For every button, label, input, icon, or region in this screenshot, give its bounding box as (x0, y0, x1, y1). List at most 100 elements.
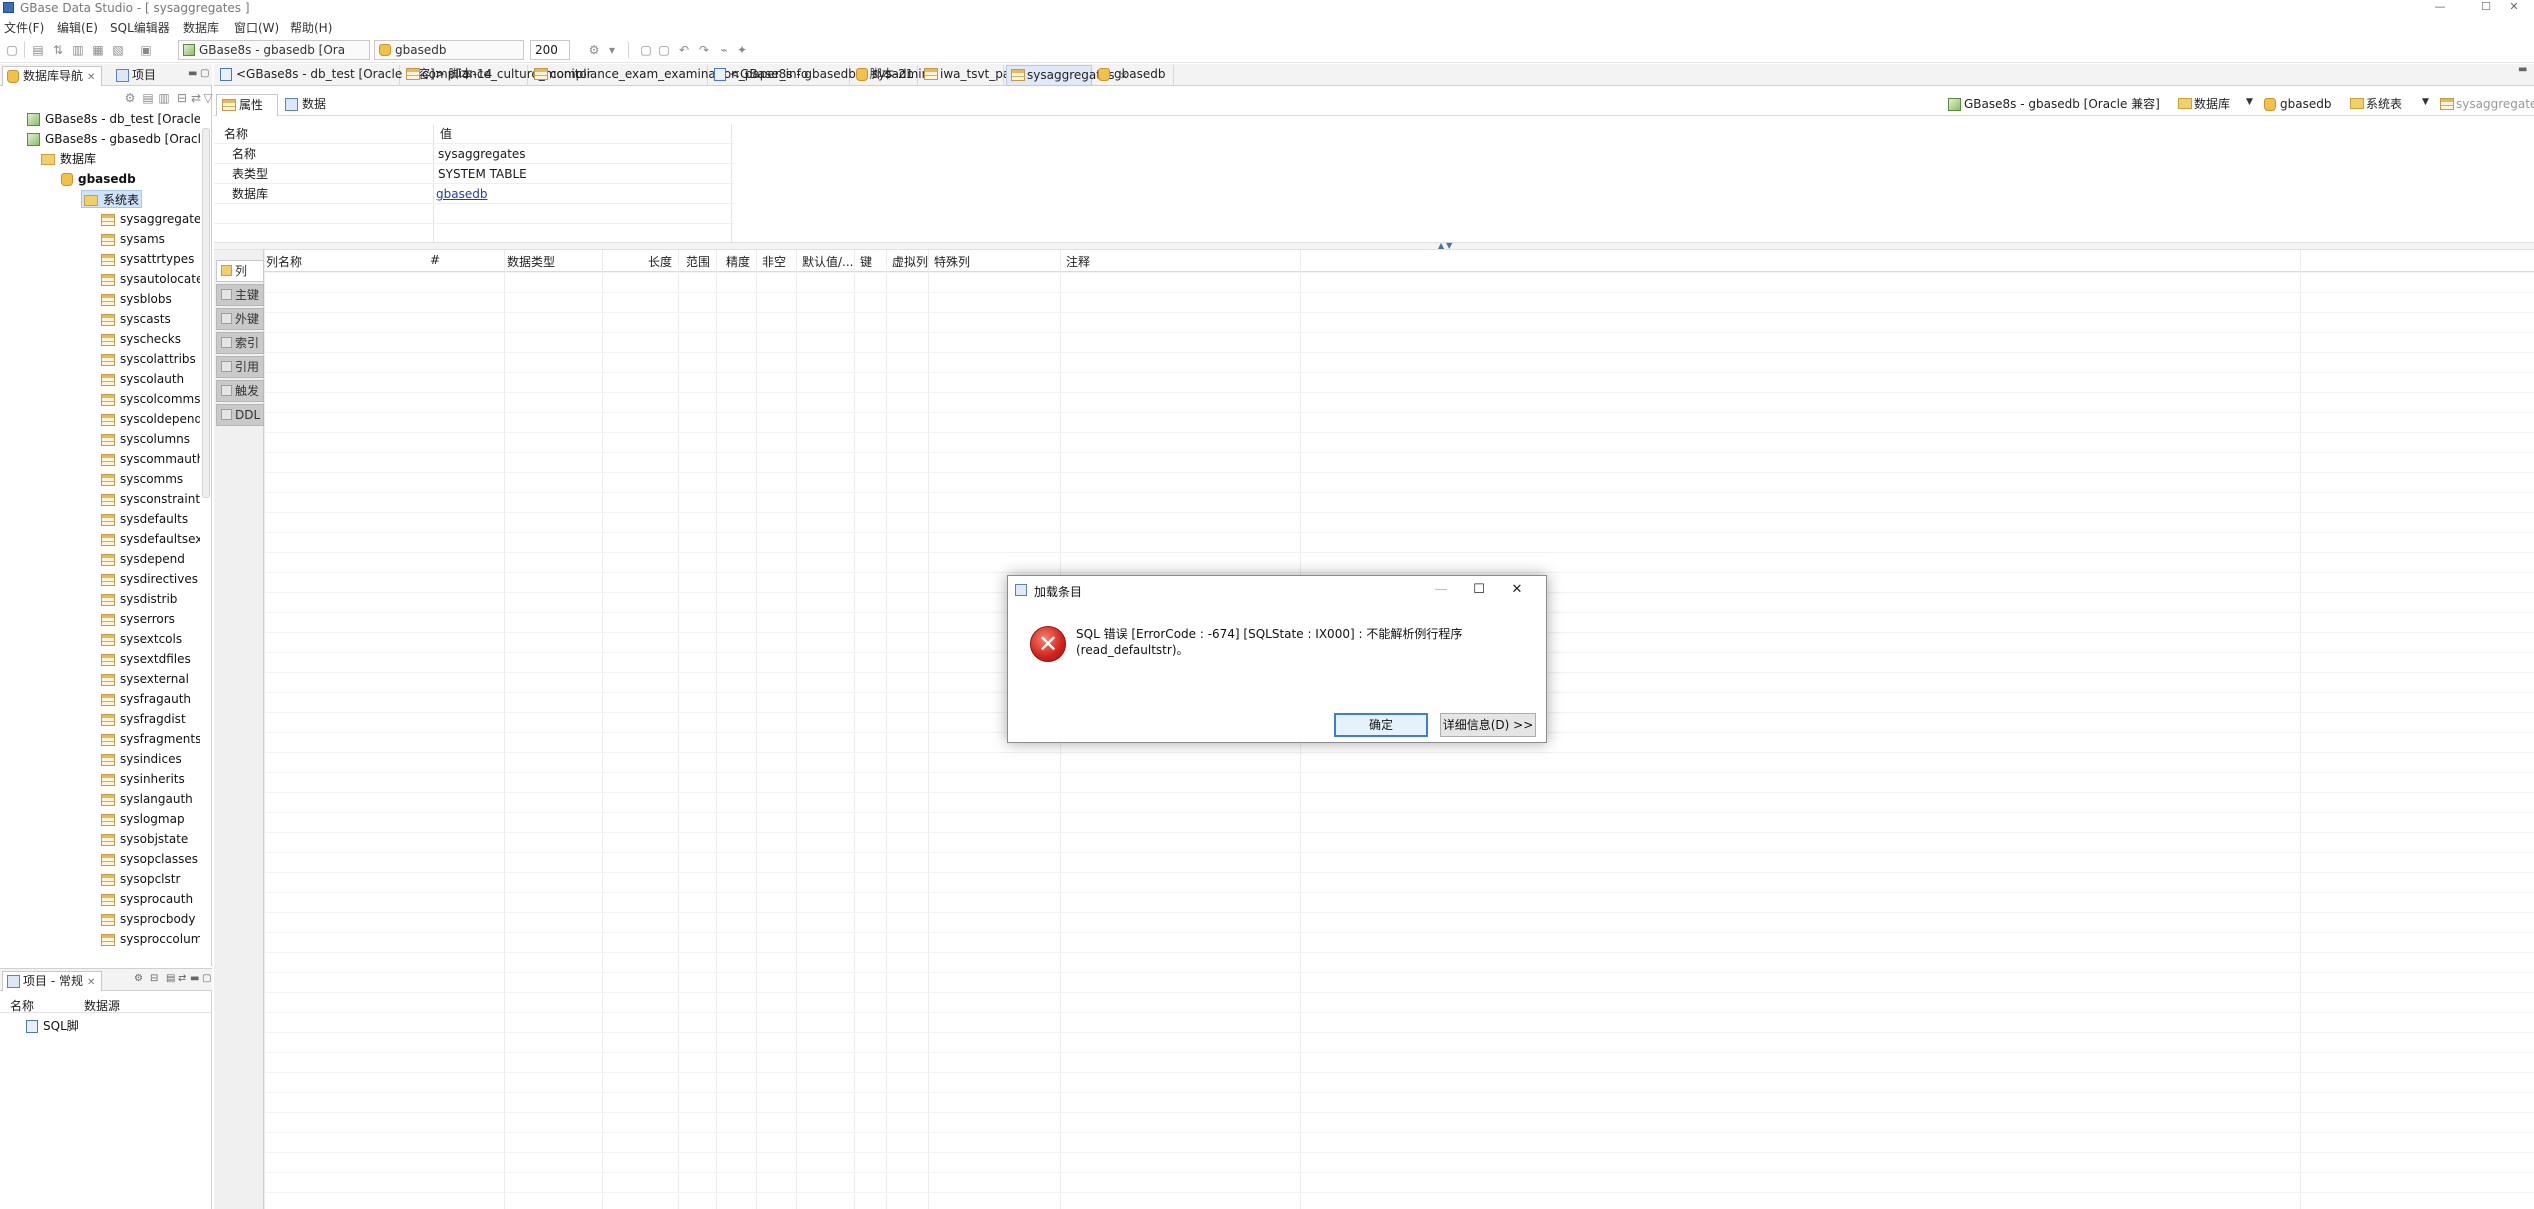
tree-item[interactable]: sysams (101, 230, 165, 248)
property-value[interactable]: sysaggregates (438, 144, 526, 164)
menu-window[interactable]: 窗口(W) (234, 19, 279, 36)
result-limit-input[interactable]: 200 (530, 40, 570, 60)
collapse-icon[interactable]: ⊟ (150, 973, 158, 984)
close-tab-icon[interactable]: ✕ (87, 977, 95, 988)
tree-item[interactable]: syscolcomms (101, 390, 200, 408)
tree-item[interactable]: sysfragdist (101, 710, 186, 728)
tree-item[interactable]: syscolattribs (101, 350, 196, 368)
tree-item[interactable]: sysprocauth (101, 890, 193, 908)
breadcrumb-table[interactable]: sysaggregates (2440, 96, 2534, 114)
tree-item[interactable]: syscomms (101, 470, 183, 488)
header-key[interactable]: 键 (860, 253, 872, 270)
column-name-header[interactable]: 名称 (10, 997, 34, 1014)
nav-connect-icon[interactable]: ⚙ (122, 90, 138, 106)
tree-item[interactable]: syscolauth (101, 370, 184, 388)
tree-item[interactable]: syscolumns (101, 430, 190, 448)
database-selector[interactable]: gbasedb (374, 40, 524, 60)
minimize-view-icon[interactable]: ▬ (188, 68, 197, 79)
sidetab-indexes[interactable]: 索引 (216, 332, 264, 354)
sql-editor-icon[interactable]: ▣ (138, 42, 154, 58)
tree-item[interactable]: sysdefaultsexpr (101, 530, 200, 548)
tree-item[interactable]: syslangauth (101, 790, 193, 808)
header-scale[interactable]: 范围 (686, 253, 710, 270)
tab-projects[interactable]: 项目 (112, 66, 162, 86)
splitter-arrows-icon[interactable]: ▲▼ (1438, 241, 1454, 250)
maximize-view-icon[interactable]: ▢ (202, 973, 211, 984)
dialog-maximize-button[interactable]: ☐ (1464, 580, 1494, 600)
editor-tab[interactable]: <GBase8s - db_test [Oracle 兼容]> 脚本-14 (216, 65, 492, 86)
header-comment[interactable]: 注释 (1066, 253, 1090, 270)
tree-item[interactable]: sysdepend (101, 550, 185, 568)
settings-icon[interactable]: ⚙ (134, 973, 143, 984)
forward-icon[interactable]: ↷ (696, 42, 712, 58)
tree-item[interactable]: syscoldepend (101, 410, 200, 428)
close-tab-icon[interactable]: ✕ (87, 72, 95, 83)
header-ordinal[interactable]: # (430, 253, 440, 267)
panel-splitter[interactable]: ▲▼ (214, 241, 2534, 250)
commit-icon[interactable]: ▥ (70, 42, 86, 58)
tab-project-general[interactable]: 项目 - 常规 ✕ (2, 971, 103, 991)
tree-item[interactable]: sysconstraints (101, 490, 200, 508)
breadcrumb-system-tables[interactable]: 系统表 (2350, 96, 2402, 114)
tree-item[interactable]: GBase8s - gbasedb [Oracle 兼容] (27, 130, 200, 148)
project-item-sql-scripts[interactable]: SQL脚 (26, 1017, 79, 1035)
tree-item[interactable]: sysobjstate (101, 830, 188, 848)
breadcrumb-database[interactable]: gbasedb (2264, 96, 2331, 114)
column-datasource-header[interactable]: 数据源 (84, 997, 120, 1014)
maximize-view-icon[interactable]: ▢ (200, 68, 209, 79)
header-virtual[interactable]: 虚拟列 (892, 253, 928, 270)
tab-data[interactable]: 数据 (280, 94, 340, 116)
breadcrumb-databases[interactable]: 数据库 (2178, 96, 2230, 114)
link-icon[interactable]: ⇄ (178, 973, 186, 984)
editor-tab[interactable]: gbasedb (1094, 65, 1174, 86)
menu-sql-editor[interactable]: SQL编辑器 (110, 19, 170, 36)
tree-item[interactable]: syscasts (101, 310, 171, 328)
chevron-down-icon[interactable]: ▼ (2422, 97, 2429, 107)
nav-edit-icon[interactable]: ▥ (156, 90, 172, 106)
tab-database-navigator[interactable]: 数据库导航 ✕ (2, 66, 103, 86)
tree-item[interactable]: sysdirectives (101, 570, 198, 588)
tree-item[interactable]: syslogmap (101, 810, 185, 828)
tree-item[interactable]: syschecks (101, 330, 181, 348)
menu-file[interactable]: 文件(F) (4, 19, 44, 36)
property-value[interactable]: SYSTEM TABLE (438, 164, 527, 184)
sidetab-triggers[interactable]: 触发器 (216, 380, 264, 418)
tree-item[interactable]: sysdefaults (101, 510, 188, 528)
menu-help[interactable]: 帮助(H) (290, 19, 332, 36)
save-icon[interactable]: ▢ (638, 42, 654, 58)
tree-item[interactable]: sysinherits (101, 770, 185, 788)
format-icon[interactable]: ⚙ (586, 42, 602, 58)
chevron-down-icon[interactable]: ▼ (2246, 97, 2253, 107)
sidetab-references[interactable]: 引用 (216, 356, 264, 378)
header-default[interactable]: 默认值/... (802, 253, 854, 270)
header-data-type[interactable]: 数据类型 (507, 253, 555, 270)
back-icon[interactable]: ↶ (676, 42, 692, 58)
tree-item[interactable]: sysfragauth (101, 690, 191, 708)
tree-item[interactable]: sysattrtypes (101, 250, 194, 268)
tree-item[interactable]: sysindices (101, 750, 182, 768)
save-all-icon[interactable]: ▢ (656, 42, 672, 58)
rollback-icon[interactable]: ▦ (90, 42, 106, 58)
link-icon[interactable]: ⌁ (716, 42, 732, 58)
tree-item[interactable]: sysprocbody (101, 910, 196, 928)
editor-minimize-icon[interactable]: ▬ (2518, 64, 2527, 75)
details-button[interactable]: 详细信息(D) >> (1440, 713, 1536, 737)
breadcrumb-connection[interactable]: GBase8s - gbasedb [Oracle 兼容] (1948, 96, 2160, 114)
minimize-button[interactable]: — (2420, 0, 2460, 16)
tree-item[interactable]: sysfragments (101, 730, 200, 748)
dropdown-arrow-icon[interactable]: ▾ (604, 42, 620, 58)
header-length[interactable]: 长度 (648, 253, 672, 270)
link-editor-icon[interactable]: ⇄ (188, 90, 204, 106)
configure-icon[interactable]: ▤ (166, 973, 175, 984)
sidetab-primary-key[interactable]: 主键 (216, 284, 264, 306)
database-link[interactable]: gbasedb (436, 184, 487, 204)
editor-tab[interactable]: iwa_tsvt_partcal (920, 65, 1037, 86)
dialog-minimize-button[interactable]: — (1426, 580, 1456, 600)
tree-item[interactable]: 数据库 (41, 150, 96, 168)
tree-item[interactable]: syscommauth (101, 450, 200, 468)
nav-new-icon[interactable]: ▤ (140, 90, 156, 106)
tree-item[interactable]: sysextdfiles (101, 650, 191, 668)
tree-item[interactable]: gbasedb (61, 170, 136, 188)
sidetab-foreign-key[interactable]: 外键 (216, 308, 264, 330)
header-precision[interactable]: 精度 (726, 253, 750, 270)
